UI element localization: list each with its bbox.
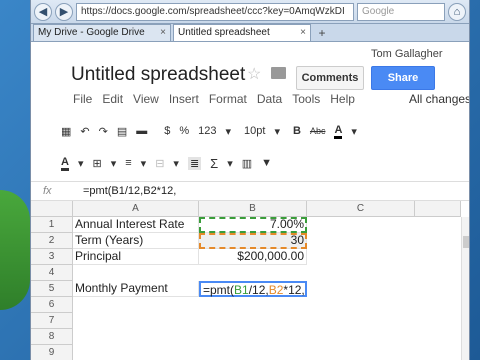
borders-icon[interactable]: ⊞ (92, 157, 101, 170)
fill-color-icon[interactable]: A (61, 156, 69, 171)
filter-icon[interactable]: ▼ (261, 157, 272, 169)
paste-format-icon[interactable]: ▤ (117, 125, 127, 138)
cell-b1[interactable]: 7.00% (199, 217, 307, 233)
align-icon[interactable]: ≡ (125, 157, 131, 169)
cell-b3[interactable]: $200,000.00 (199, 249, 307, 265)
row-header-4[interactable]: 4 (31, 265, 73, 281)
formula-bar: fx =pmt(B1/12,B2*12, (31, 181, 469, 201)
tab-label: My Drive - Google Drive (38, 27, 145, 38)
cell-a1[interactable]: Annual Interest Rate (73, 217, 199, 233)
row-header-8[interactable]: 8 (31, 329, 73, 345)
desktop-decoration (0, 190, 30, 310)
tab-label: Untitled spreadsheet (178, 27, 270, 38)
strikethrough-button[interactable]: Abc (310, 126, 326, 136)
percent-button[interactable]: % (179, 125, 189, 137)
bold-button[interactable]: B (293, 125, 301, 137)
user-name[interactable]: Tom Gallagher (371, 48, 443, 60)
folder-icon[interactable] (271, 67, 286, 79)
menu-edit[interactable]: Edit (102, 92, 123, 106)
toolbar-row-2: A ▾ ⊞ ▾ ≡ ▾ ⊟ ▾ ≣ Σ ▾ ▥ ▼ (61, 150, 272, 176)
column-header-a[interactable]: A (73, 201, 199, 217)
address-field[interactable]: https://docs.google.com/spreadsheet/ccc?… (76, 2, 354, 21)
star-icon[interactable]: ☆ (247, 64, 261, 84)
menu-data[interactable]: Data (257, 92, 282, 106)
address-text: https://docs.google.com/spreadsheet/ccc?… (81, 5, 345, 17)
column-header-d[interactable] (415, 201, 461, 217)
close-icon[interactable]: × (300, 25, 306, 41)
redo-icon[interactable]: ↷ (99, 125, 108, 138)
column-header-b[interactable]: B (199, 201, 307, 217)
tab-bar: My Drive - Google Drive × Untitled spread… (31, 24, 469, 42)
row-header-2[interactable]: 2 (31, 233, 73, 249)
cell-b5-editor[interactable]: =pmt(B1/12,B2*12, (199, 281, 307, 297)
number-format-button[interactable]: 123 (198, 125, 216, 137)
row-header-6[interactable]: 6 (31, 297, 73, 313)
search-input[interactable]: Google (357, 2, 445, 21)
currency-button[interactable]: $ (164, 125, 170, 137)
fx-icon: fx (43, 185, 52, 197)
menu-format[interactable]: Format (209, 92, 247, 106)
toolbar-row-1: ▦ ↶ ↷ ▤ ▬ $ % 123 ▾ 10pt ▾ B Abc A ▾ (61, 118, 357, 144)
chevron-down-icon[interactable]: ▾ (173, 157, 179, 170)
save-status: All changes s (409, 92, 470, 106)
page-title[interactable]: Untitled spreadsheet (71, 64, 245, 86)
formula-part: /12, (248, 283, 269, 297)
back-icon[interactable]: ◀ (34, 2, 52, 21)
row-header-5[interactable]: 5 (31, 281, 73, 297)
corner-cell[interactable] (31, 201, 73, 217)
chart-icon[interactable]: ▥ (242, 157, 252, 170)
cell-a3[interactable]: Principal (73, 249, 199, 265)
menu-file[interactable]: File (73, 92, 92, 106)
row-header-7[interactable]: 7 (31, 313, 73, 329)
cell-a5[interactable]: Monthly Payment (73, 281, 199, 297)
share-button[interactable]: Share (371, 66, 435, 90)
wrap-text-icon[interactable]: ≣ (187, 156, 202, 170)
chevron-down-icon[interactable]: ▾ (111, 157, 117, 170)
text-color-button[interactable]: A (334, 124, 343, 139)
chevron-down-icon[interactable]: ▾ (226, 125, 232, 138)
menu-insert[interactable]: Insert (169, 92, 199, 106)
forward-icon[interactable]: ▶ (55, 2, 73, 21)
comments-button[interactable]: Comments (296, 66, 364, 90)
chevron-down-icon[interactable]: ▾ (351, 125, 357, 138)
font-size-button[interactable]: 10pt (244, 125, 265, 137)
cell-a2[interactable]: Term (Years) (73, 233, 199, 249)
functions-button[interactable]: Σ (210, 156, 218, 171)
menu-bar: File Edit View Insert Format Data Tools … (73, 92, 355, 106)
chevron-down-icon[interactable]: ▾ (78, 157, 84, 170)
chevron-down-icon[interactable]: ▾ (227, 157, 233, 170)
menu-help[interactable]: Help (330, 92, 355, 106)
menu-tools[interactable]: Tools (292, 92, 320, 106)
merge-icon[interactable]: ⊟ (155, 157, 164, 170)
formula-part: =pmt( (203, 283, 235, 297)
close-icon[interactable]: × (160, 25, 166, 41)
url-bar: ◀ ▶ https://docs.google.com/spreadsheet/… (31, 0, 469, 24)
tab-untitled-spreadsheet[interactable]: Untitled spreadsheet × (173, 24, 311, 41)
cell-b2[interactable]: 30 (199, 233, 307, 249)
tab-my-drive[interactable]: My Drive - Google Drive × (33, 24, 171, 41)
row-header-1[interactable]: 1 (31, 217, 73, 233)
formula-part: *12, (283, 283, 305, 297)
formula-ref-b2: B2 (268, 283, 284, 297)
formula-ref-b1: B1 (234, 283, 249, 297)
formula-input[interactable]: =pmt(B1/12,B2*12, (83, 182, 176, 201)
chevron-down-icon[interactable]: ▾ (274, 125, 280, 138)
home-icon[interactable]: ⌂ (448, 2, 466, 21)
print-icon[interactable]: ▦ (61, 125, 71, 138)
new-tab-button[interactable]: + (313, 26, 331, 41)
scrollbar-thumb[interactable] (463, 236, 469, 248)
row-header-3[interactable]: 3 (31, 249, 73, 265)
browser-window: ◀ ▶ https://docs.google.com/spreadsheet/… (30, 0, 470, 360)
column-header-c[interactable]: C (307, 201, 415, 217)
row-header-9[interactable]: 9 (31, 345, 73, 360)
paint-format-icon[interactable]: ▬ (136, 125, 147, 137)
menu-view[interactable]: View (133, 92, 159, 106)
undo-icon[interactable]: ↶ (80, 125, 89, 138)
chevron-down-icon[interactable]: ▾ (141, 157, 147, 170)
